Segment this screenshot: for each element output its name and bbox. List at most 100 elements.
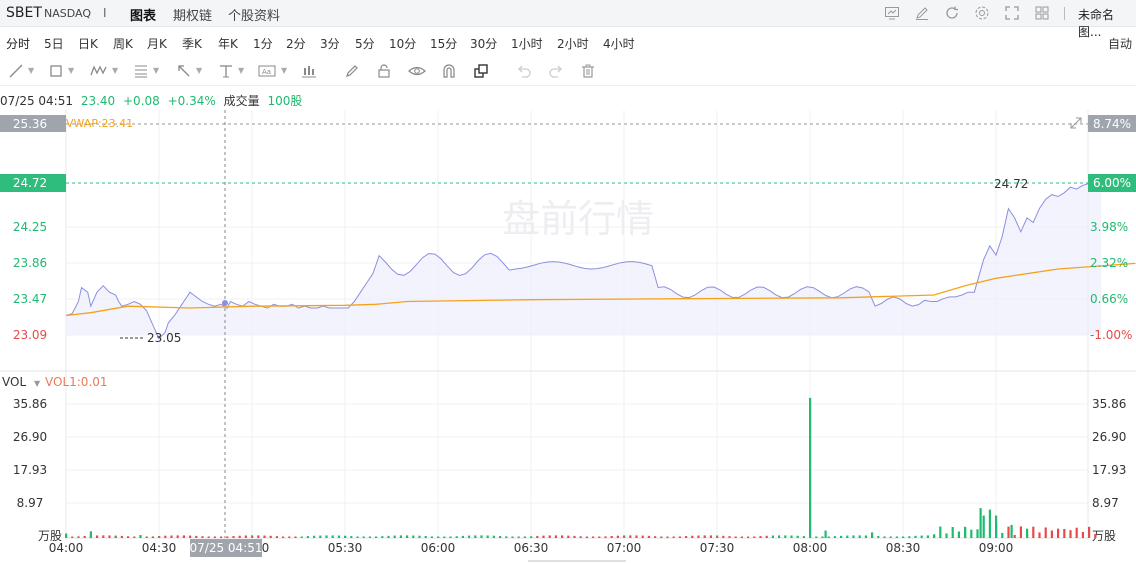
volume-bar (381, 536, 384, 538)
pct-tick: 3.98% (1090, 220, 1128, 234)
volume-tick: 26.90 (1092, 430, 1126, 444)
volume-bar (331, 535, 334, 538)
chevron-down-icon[interactable]: ▼ (28, 66, 34, 75)
period-intraday[interactable]: 分时 (6, 35, 30, 52)
volume-bar (319, 535, 322, 538)
volume-bar (790, 535, 793, 538)
period-30m[interactable]: 30分 (470, 35, 497, 52)
volume-indicator[interactable]: VOL1:0.01 (45, 375, 108, 389)
magnet-icon[interactable] (441, 63, 457, 83)
volume-bar (306, 536, 309, 538)
price-tick: 23.47 (13, 292, 47, 306)
period-day[interactable]: 日K (78, 35, 98, 52)
period-5d[interactable]: 5日 (44, 35, 64, 52)
settings-icon[interactable] (974, 5, 990, 21)
chart-type-icon[interactable] (301, 63, 317, 83)
volume-bar (133, 536, 136, 538)
time-axis-label: 04:00 (49, 541, 84, 555)
volume-bar (747, 536, 750, 538)
volume-bar (685, 536, 688, 538)
period-2h[interactable]: 2小时 (557, 35, 589, 52)
period-10m[interactable]: 10分 (389, 35, 416, 52)
period-5m[interactable]: 5分 (355, 35, 375, 52)
volume-tick: 8.97 (1092, 496, 1119, 510)
volume-bar (486, 535, 489, 538)
quote-change-pct: +0.34% (167, 94, 216, 108)
volume-bar (629, 535, 632, 538)
pct-tick: 2.32% (1090, 256, 1128, 270)
grid-layout-icon[interactable] (1034, 5, 1050, 21)
fullscreen-icon[interactable] (1004, 5, 1020, 21)
period-year[interactable]: 年K (218, 35, 238, 52)
redo-icon[interactable] (548, 63, 564, 83)
volume-bar (567, 535, 570, 538)
symbol-label[interactable]: SBET (6, 5, 42, 21)
period-1h[interactable]: 1小时 (511, 35, 543, 52)
pen-icon[interactable] (344, 63, 360, 83)
tab-options-chain[interactable]: 期权链 (173, 5, 212, 24)
period-1m[interactable]: 1分 (253, 35, 273, 52)
last-pct-text: 6.00% (1093, 176, 1131, 190)
rectangle-tool-icon[interactable] (48, 63, 64, 83)
expand-icon[interactable] (1070, 117, 1082, 129)
volume-bar (213, 536, 216, 538)
tab-chart[interactable]: 图表 (130, 5, 156, 24)
volume-bar (691, 535, 694, 538)
volume-bar (505, 536, 508, 538)
volume-bar (443, 536, 446, 538)
volume-tick: 17.93 (13, 463, 47, 477)
price-chart[interactable]: 盘前行情 25.36 8.74% VWAP:23.41 24.72 6.00% … (0, 110, 1136, 563)
screenshot-icon[interactable] (884, 5, 900, 21)
chevron-down-icon[interactable]: ▼ (238, 66, 244, 75)
volume-bar (598, 536, 601, 538)
crosshair-point (222, 300, 228, 306)
volume-bar (1088, 526, 1091, 538)
volume-bar (579, 536, 582, 538)
period-15m[interactable]: 15分 (430, 35, 457, 52)
volume-bar (979, 508, 982, 538)
volume-bar (988, 509, 991, 538)
pattern-tool-icon[interactable] (90, 63, 108, 83)
eye-icon[interactable] (408, 63, 426, 83)
refresh-icon[interactable] (944, 5, 960, 21)
lock-icon[interactable] (376, 63, 392, 83)
volume-bar (412, 535, 415, 538)
volume-bar (244, 535, 247, 538)
period-3m[interactable]: 3分 (320, 35, 340, 52)
toolbar-divider (1064, 7, 1065, 20)
period-2m[interactable]: 2分 (286, 35, 306, 52)
trash-icon[interactable] (580, 63, 596, 83)
fib-tool-icon[interactable] (133, 63, 149, 83)
chevron-down-icon[interactable]: ▼ (34, 379, 41, 388)
edit-icon[interactable] (914, 5, 930, 21)
chevron-down-icon[interactable]: ▼ (68, 66, 74, 75)
chevron-down-icon[interactable]: ▼ (112, 66, 118, 75)
volume-bar (151, 536, 154, 538)
volume-bar (375, 536, 378, 538)
measure-tool-icon[interactable] (218, 63, 234, 83)
line-tool-icon[interactable] (8, 63, 24, 83)
volume-bar (592, 536, 595, 538)
arrow-tool-icon[interactable] (176, 63, 192, 83)
chevron-down-icon[interactable]: ▼ (196, 66, 202, 75)
volume-bars (65, 397, 1097, 538)
tab-stock-profile[interactable]: 个股资料 (228, 5, 280, 24)
period-quarter[interactable]: 季K (182, 35, 202, 52)
period-4h[interactable]: 4小时 (603, 35, 635, 52)
period-month[interactable]: 月K (147, 35, 167, 52)
volume-bar (908, 536, 911, 538)
undo-icon[interactable] (516, 63, 532, 83)
time-axis-label: 05:30 (328, 541, 363, 555)
period-week[interactable]: 周K (113, 35, 133, 52)
auto-scale-toggle[interactable]: 自动 (1108, 35, 1132, 52)
chart-scrollbar[interactable] (528, 560, 626, 562)
chevron-down-icon[interactable]: ▼ (153, 66, 159, 75)
volume-bar (480, 535, 483, 538)
volume-bar (604, 536, 607, 538)
volume-bar (1094, 533, 1097, 538)
chevron-down-icon[interactable]: ▼ (281, 66, 287, 75)
volume-bar (492, 535, 495, 538)
volume-bar (1063, 528, 1066, 538)
text-tool-icon[interactable]: Aa (258, 63, 276, 83)
layers-icon[interactable] (473, 63, 489, 83)
